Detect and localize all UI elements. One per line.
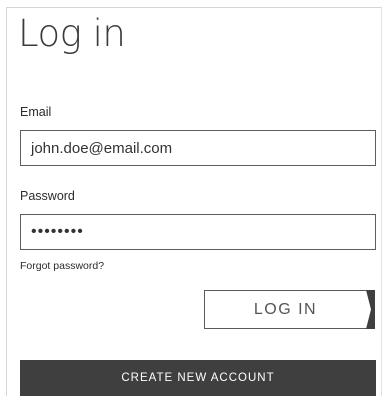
login-button[interactable]: LOG IN (204, 290, 375, 329)
page-title: Log in (18, 12, 126, 55)
login-button-label: LOG IN (253, 300, 318, 318)
create-account-button[interactable]: CREATE NEW ACCOUNT (20, 360, 376, 396)
create-account-label: CREATE NEW ACCOUNT (121, 372, 275, 384)
arrow-notch-icon (366, 290, 375, 329)
password-value: •••••••• (31, 223, 84, 240)
email-field[interactable]: john.doe@email.com (20, 130, 376, 166)
email-value: john.doe@email.com (31, 139, 173, 157)
password-label: Password (20, 189, 75, 203)
forgot-password-link[interactable]: Forgot password? (20, 260, 104, 272)
email-label: Email (20, 105, 52, 119)
password-field[interactable]: •••••••• (20, 214, 376, 250)
